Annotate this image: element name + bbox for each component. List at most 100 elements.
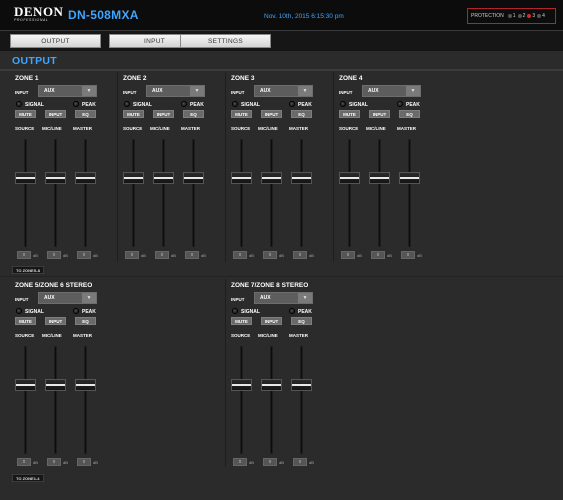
- source-fader-track[interactable]: [240, 346, 243, 454]
- eq-button[interactable]: EQ: [291, 317, 312, 325]
- master-db-field[interactable]: 0: [293, 458, 307, 466]
- micline-fader-handle[interactable]: [45, 172, 66, 184]
- mute-button[interactable]: MUTE: [15, 317, 36, 325]
- eq-button[interactable]: EQ: [75, 110, 96, 118]
- source-fader-handle[interactable]: [15, 172, 36, 184]
- master-fader-handle[interactable]: [183, 172, 204, 184]
- micline-fader-track[interactable]: [54, 139, 57, 247]
- source-db-field[interactable]: 0: [17, 251, 31, 259]
- eq-button[interactable]: EQ: [291, 110, 312, 118]
- input-select[interactable]: AUX ▼: [146, 85, 205, 97]
- micline-db-field[interactable]: 0: [263, 458, 277, 466]
- master-fader-track[interactable]: [300, 139, 303, 247]
- source-fader-handle[interactable]: [231, 172, 252, 184]
- db-unit-label: dB: [33, 253, 38, 258]
- master-fader-handle[interactable]: [399, 172, 420, 184]
- micline-fader-track[interactable]: [270, 346, 273, 454]
- chevron-down-icon: ▼: [82, 86, 96, 96]
- chevron-down-icon: ▼: [82, 293, 96, 303]
- master-fader-handle[interactable]: [75, 172, 96, 184]
- micline-fader-handle[interactable]: [153, 172, 174, 184]
- eq-button[interactable]: EQ: [75, 317, 96, 325]
- peak-led-icon: [289, 308, 295, 314]
- master-fader-track[interactable]: [84, 139, 87, 247]
- source-fader-track[interactable]: [132, 139, 135, 247]
- db-unit-label: dB: [141, 253, 146, 258]
- input-button[interactable]: INPUT: [369, 110, 390, 118]
- source-fader-handle[interactable]: [231, 379, 252, 391]
- micline-fader-track[interactable]: [54, 346, 57, 454]
- micline-db-field[interactable]: 0: [155, 251, 169, 259]
- source-fader-handle[interactable]: [123, 172, 144, 184]
- input-select[interactable]: AUX ▼: [362, 85, 421, 97]
- tab-output[interactable]: OUTPUT: [10, 34, 101, 48]
- master-fader-track[interactable]: [300, 346, 303, 454]
- source-label: SOURCE: [15, 333, 35, 338]
- to-zone-button[interactable]: TO ZONE1-4: [12, 474, 44, 482]
- master-fader-track[interactable]: [84, 346, 87, 454]
- eq-button[interactable]: EQ: [183, 110, 204, 118]
- master-db-field[interactable]: 0: [77, 251, 91, 259]
- db-unit-label: dB: [249, 253, 254, 258]
- source-db-field[interactable]: 0: [125, 251, 139, 259]
- input-button[interactable]: INPUT: [261, 317, 282, 325]
- micline-fader-handle[interactable]: [261, 172, 282, 184]
- micline-db-field[interactable]: 0: [47, 458, 61, 466]
- master-db-field[interactable]: 0: [401, 251, 415, 259]
- master-label: MASTER: [289, 333, 308, 338]
- master-fader-handle[interactable]: [75, 379, 96, 391]
- micline-fader-handle[interactable]: [369, 172, 390, 184]
- eq-button[interactable]: EQ: [399, 110, 420, 118]
- input-select[interactable]: AUX ▼: [254, 85, 313, 97]
- master-db-field[interactable]: 0: [293, 251, 307, 259]
- input-label: INPUT: [339, 90, 353, 95]
- input-button[interactable]: INPUT: [45, 317, 66, 325]
- source-db-field[interactable]: 0: [233, 251, 247, 259]
- input-button[interactable]: INPUT: [45, 110, 66, 118]
- master-fader-handle[interactable]: [291, 379, 312, 391]
- mute-button[interactable]: MUTE: [231, 110, 252, 118]
- input-select-value: AUX: [44, 295, 55, 301]
- input-label: INPUT: [123, 90, 137, 95]
- micline-db-field[interactable]: 0: [47, 251, 61, 259]
- mute-button[interactable]: MUTE: [15, 110, 36, 118]
- input-button[interactable]: INPUT: [261, 110, 282, 118]
- zone-divider: [333, 72, 334, 262]
- input-select[interactable]: AUX ▼: [254, 292, 313, 304]
- to-zones-button[interactable]: TO ZONES-8: [12, 266, 44, 274]
- source-fader-handle[interactable]: [339, 172, 360, 184]
- input-select-value: AUX: [260, 295, 271, 301]
- source-fader-handle[interactable]: [15, 379, 36, 391]
- source-db-field[interactable]: 0: [233, 458, 247, 466]
- tab-settings[interactable]: SETTINGS: [180, 34, 271, 48]
- input-button[interactable]: INPUT: [153, 110, 174, 118]
- source-fader-track[interactable]: [240, 139, 243, 247]
- mute-button[interactable]: MUTE: [231, 317, 252, 325]
- mute-button[interactable]: MUTE: [339, 110, 360, 118]
- micline-db-field[interactable]: 0: [371, 251, 385, 259]
- master-fader-track[interactable]: [408, 139, 411, 247]
- micline-fader-handle[interactable]: [261, 379, 282, 391]
- micline-db-field[interactable]: 0: [263, 251, 277, 259]
- source-fader-track[interactable]: [348, 139, 351, 247]
- micline-fader-track[interactable]: [378, 139, 381, 247]
- micline-fader-track[interactable]: [162, 139, 165, 247]
- input-select[interactable]: AUX ▼: [38, 85, 97, 97]
- input-select[interactable]: AUX ▼: [38, 292, 97, 304]
- master-db-field[interactable]: 0: [77, 458, 91, 466]
- source-fader-track[interactable]: [24, 346, 27, 454]
- master-fader-track[interactable]: [192, 139, 195, 247]
- denon-logo: DENON: [14, 4, 64, 19]
- source-db-field[interactable]: 0: [341, 251, 355, 259]
- led-dot-icon: [537, 14, 542, 18]
- chevron-down-icon: ▼: [406, 86, 420, 96]
- nav-bar: OUTPUT INPUT SETTINGS: [0, 31, 563, 51]
- source-db-field[interactable]: 0: [17, 458, 31, 466]
- micline-fader-handle[interactable]: [45, 379, 66, 391]
- master-fader-handle[interactable]: [291, 172, 312, 184]
- mute-button[interactable]: MUTE: [123, 110, 144, 118]
- source-fader-track[interactable]: [24, 139, 27, 247]
- source-label: SOURCE: [123, 126, 143, 131]
- master-db-field[interactable]: 0: [185, 251, 199, 259]
- micline-fader-track[interactable]: [270, 139, 273, 247]
